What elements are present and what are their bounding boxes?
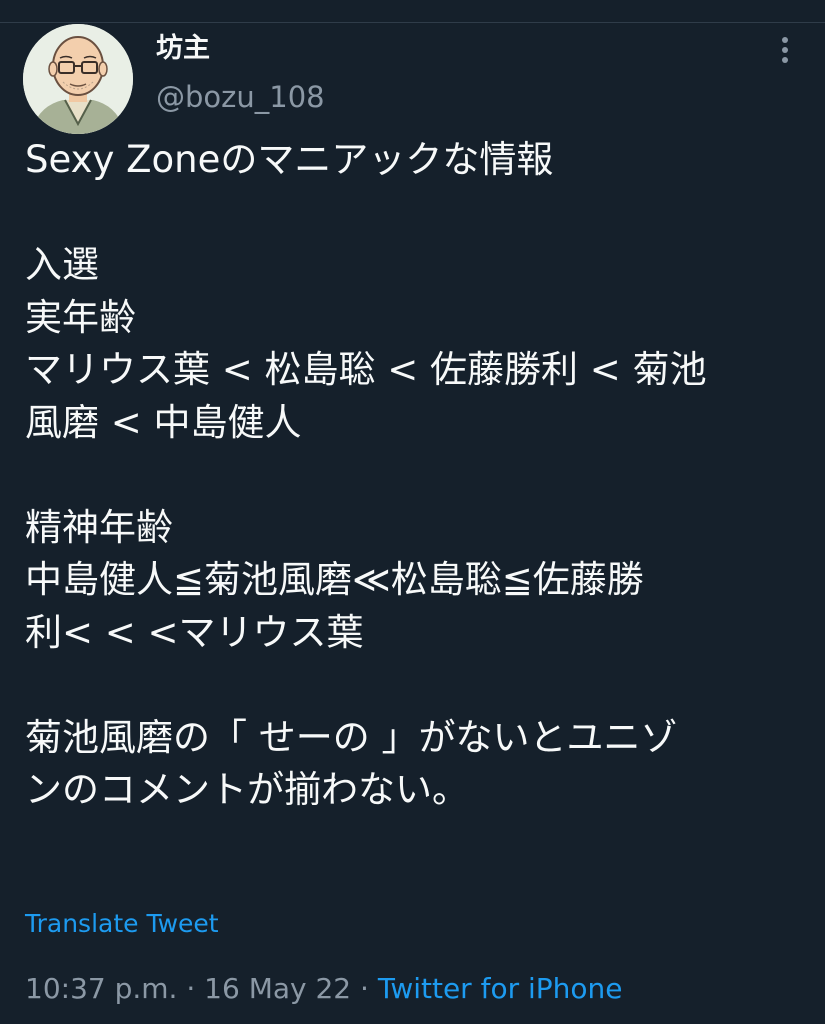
- tweet-text-line: 中島健人≦菊池風磨≪松島聡≦佐藤勝: [25, 558, 644, 601]
- translate-tweet-link[interactable]: Translate Tweet: [25, 906, 219, 942]
- more-options-button[interactable]: [768, 30, 802, 70]
- tweet-text-line: 実年齢: [25, 295, 136, 339]
- tweet-detail-view: 坊主 @bozu_108 Sexy Zoneのマニアックな情報 入選 実年齢 マ…: [0, 0, 825, 1024]
- tweet-date[interactable]: 16 May 22: [204, 972, 351, 1005]
- avatar[interactable]: [23, 24, 133, 134]
- tweet-text-line: Sexy Zoneのマニアックな情報: [25, 138, 554, 181]
- display-name[interactable]: 坊主: [156, 31, 210, 67]
- meta-separator: ·: [186, 972, 196, 1005]
- tweet-text: Sexy Zoneのマニアックな情報 入選 実年齢 マリウス葉 < 松島聡 < …: [25, 134, 805, 817]
- tweet-text-line: [25, 659, 805, 712]
- tweet-text-line: 菊池風磨の「 せーの 」がないとユニゾ: [25, 715, 678, 759]
- tweet-text-line: 風磨 < 中島健人: [25, 400, 302, 444]
- tweet-time[interactable]: 10:37 p.m.: [25, 972, 177, 1005]
- tweet-text-line: [25, 449, 805, 502]
- top-divider: [0, 22, 825, 23]
- tweet-text-line: マリウス葉 < 松島聡 < 佐藤勝利 < 菊池: [25, 348, 707, 391]
- tweet-text-line: 入選: [25, 243, 99, 286]
- tweet-source-link[interactable]: Twitter for iPhone: [378, 972, 623, 1005]
- tweet-metadata: 10:37 p.m. · 16 May 22 · Twitter for iPh…: [25, 968, 623, 1010]
- meta-separator: ·: [360, 972, 369, 1005]
- user-handle[interactable]: @bozu_108: [156, 78, 325, 116]
- tweet-text-line: ンのコメントが揃わない。: [25, 768, 469, 811]
- tweet-text-line: 利< < <マリウス葉: [25, 610, 364, 654]
- more-vertical-icon: [782, 37, 788, 63]
- avatar-illustration: [23, 24, 133, 134]
- tweet-text-line: [25, 187, 805, 240]
- tweet-text-line: 精神年齢: [25, 505, 173, 549]
